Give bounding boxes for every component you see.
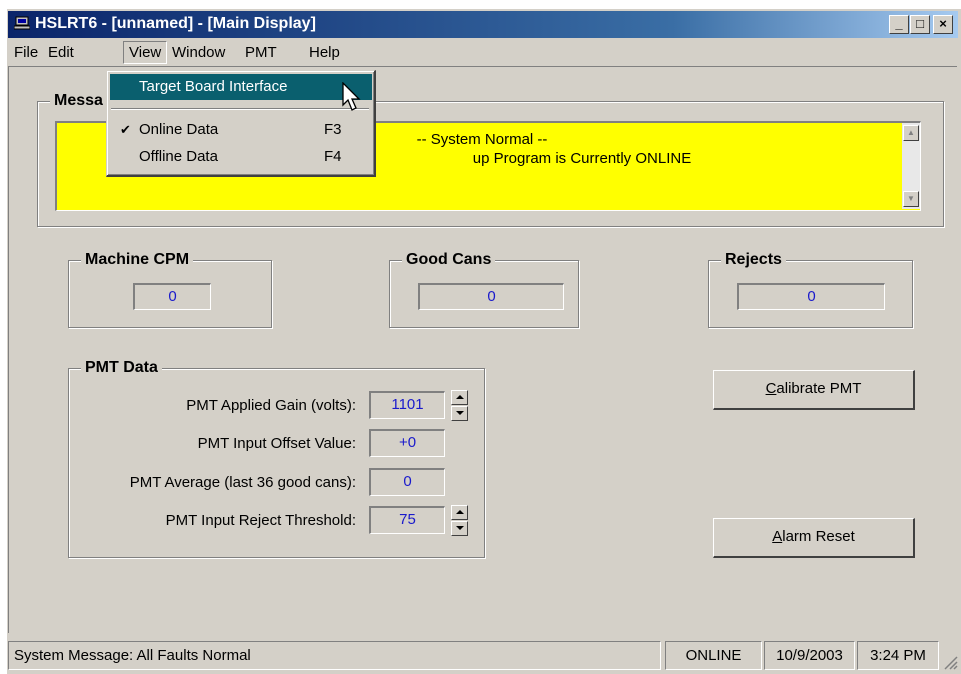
pmt-reject-threshold-input[interactable]: 75 <box>369 506 445 534</box>
menu-file[interactable]: File <box>14 44 38 61</box>
window-title: HSLRT6 - [unnamed] - [Main Display] <box>35 15 316 32</box>
minimize-button[interactable]: _ <box>889 15 909 34</box>
alarm-mnemonic: A <box>772 528 783 545</box>
spin-up-icon <box>456 395 464 399</box>
calibrate-mnemonic: C <box>765 380 777 397</box>
message-scrollbar[interactable]: ▲ ▼ <box>902 123 920 209</box>
rejects-value: 0 <box>737 283 885 310</box>
resize-grip-icon[interactable] <box>942 654 958 670</box>
spin-up-icon <box>456 510 464 514</box>
menu-item-label: Target Board Interface <box>139 78 288 95</box>
pmt-input-offset-label: PMT Input Offset Value: <box>197 435 356 452</box>
machine-cpm-value: 0 <box>133 283 211 310</box>
maximize-button[interactable]: □ <box>910 15 930 34</box>
title-bar[interactable]: HSLRT6 - [unnamed] - [Main Display] _ □ … <box>8 11 958 38</box>
minimize-icon: _ <box>895 16 903 31</box>
app-icon <box>14 16 30 30</box>
threshold-spin-up-button[interactable] <box>451 505 468 520</box>
pmt-applied-gain-spinner[interactable] <box>451 390 468 421</box>
pmt-applied-gain-label: PMT Applied Gain (volts): <box>186 397 356 414</box>
threshold-spin-down-button[interactable] <box>451 521 468 536</box>
pmt-reject-threshold-label: PMT Input Reject Threshold: <box>165 512 356 529</box>
calibrate-pmt-button[interactable]: Calibrate PMT <box>713 370 915 410</box>
view-menu-dropdown: Target Board Interface ✔ Online Data F3 … <box>106 70 376 177</box>
mouse-cursor-icon <box>342 82 361 111</box>
good-cans-value: 0 <box>418 283 564 310</box>
machine-cpm-label: Machine CPM <box>81 251 194 269</box>
menu-separator <box>111 108 369 110</box>
menu-item-online-data[interactable]: ✔ Online Data F3 <box>110 117 372 143</box>
alarm-reset-label: larm Reset <box>782 528 855 545</box>
gain-spin-down-button[interactable] <box>451 406 468 421</box>
scroll-up-icon: ▲ <box>907 128 915 137</box>
alarm-reset-button[interactable]: Alarm Reset <box>713 518 915 558</box>
status-time: 3:24 PM <box>857 641 939 670</box>
menu-pmt[interactable]: PMT <box>245 44 277 61</box>
menu-window[interactable]: Window <box>172 44 225 61</box>
pmt-reject-threshold-spinner[interactable] <box>451 505 468 536</box>
close-button[interactable]: × <box>933 15 953 34</box>
menu-item-target-board-interface[interactable]: Target Board Interface <box>110 74 372 100</box>
menu-item-offline-data[interactable]: Offline Data F4 <box>110 144 372 170</box>
good-cans-label: Good Cans <box>402 251 496 269</box>
pmt-applied-gain-input[interactable]: 1101 <box>369 391 445 419</box>
menu-item-label: Online Data <box>139 121 219 138</box>
pmt-average-value: 0 <box>369 468 445 496</box>
pmt-data-title: PMT Data <box>81 359 162 377</box>
rejects-label: Rejects <box>721 251 786 269</box>
status-date: 10/9/2003 <box>764 641 855 670</box>
calibrate-pmt-label: alibrate PMT <box>776 380 862 397</box>
menu-view[interactable]: View <box>123 41 168 64</box>
pmt-average-label: PMT Average (last 36 good cans): <box>129 474 356 491</box>
scroll-up-button[interactable]: ▲ <box>903 125 919 141</box>
spin-down-icon <box>456 526 464 530</box>
checkmark-icon: ✔ <box>120 122 131 137</box>
status-bar: System Message: All Faults Normal ONLINE… <box>8 638 961 674</box>
maximize-icon: □ <box>916 16 924 31</box>
menu-help[interactable]: Help <box>309 44 340 61</box>
scroll-down-button[interactable]: ▼ <box>903 191 919 207</box>
menu-item-label: Offline Data <box>139 148 218 165</box>
status-message: System Message: All Faults Normal <box>8 641 661 670</box>
scroll-down-icon: ▼ <box>907 194 915 203</box>
messages-group-title: Messa <box>50 92 107 110</box>
status-mode: ONLINE <box>665 641 762 670</box>
close-icon: × <box>939 16 947 31</box>
spin-down-icon <box>456 411 464 415</box>
menu-bar: File Edit View Window PMT Help <box>8 40 958 64</box>
menu-item-shortcut: F3 <box>324 121 342 138</box>
menu-item-shortcut: F4 <box>324 148 342 165</box>
pmt-input-offset-value: +0 <box>369 429 445 457</box>
menu-edit[interactable]: Edit <box>48 44 74 61</box>
gain-spin-up-button[interactable] <box>451 390 468 405</box>
